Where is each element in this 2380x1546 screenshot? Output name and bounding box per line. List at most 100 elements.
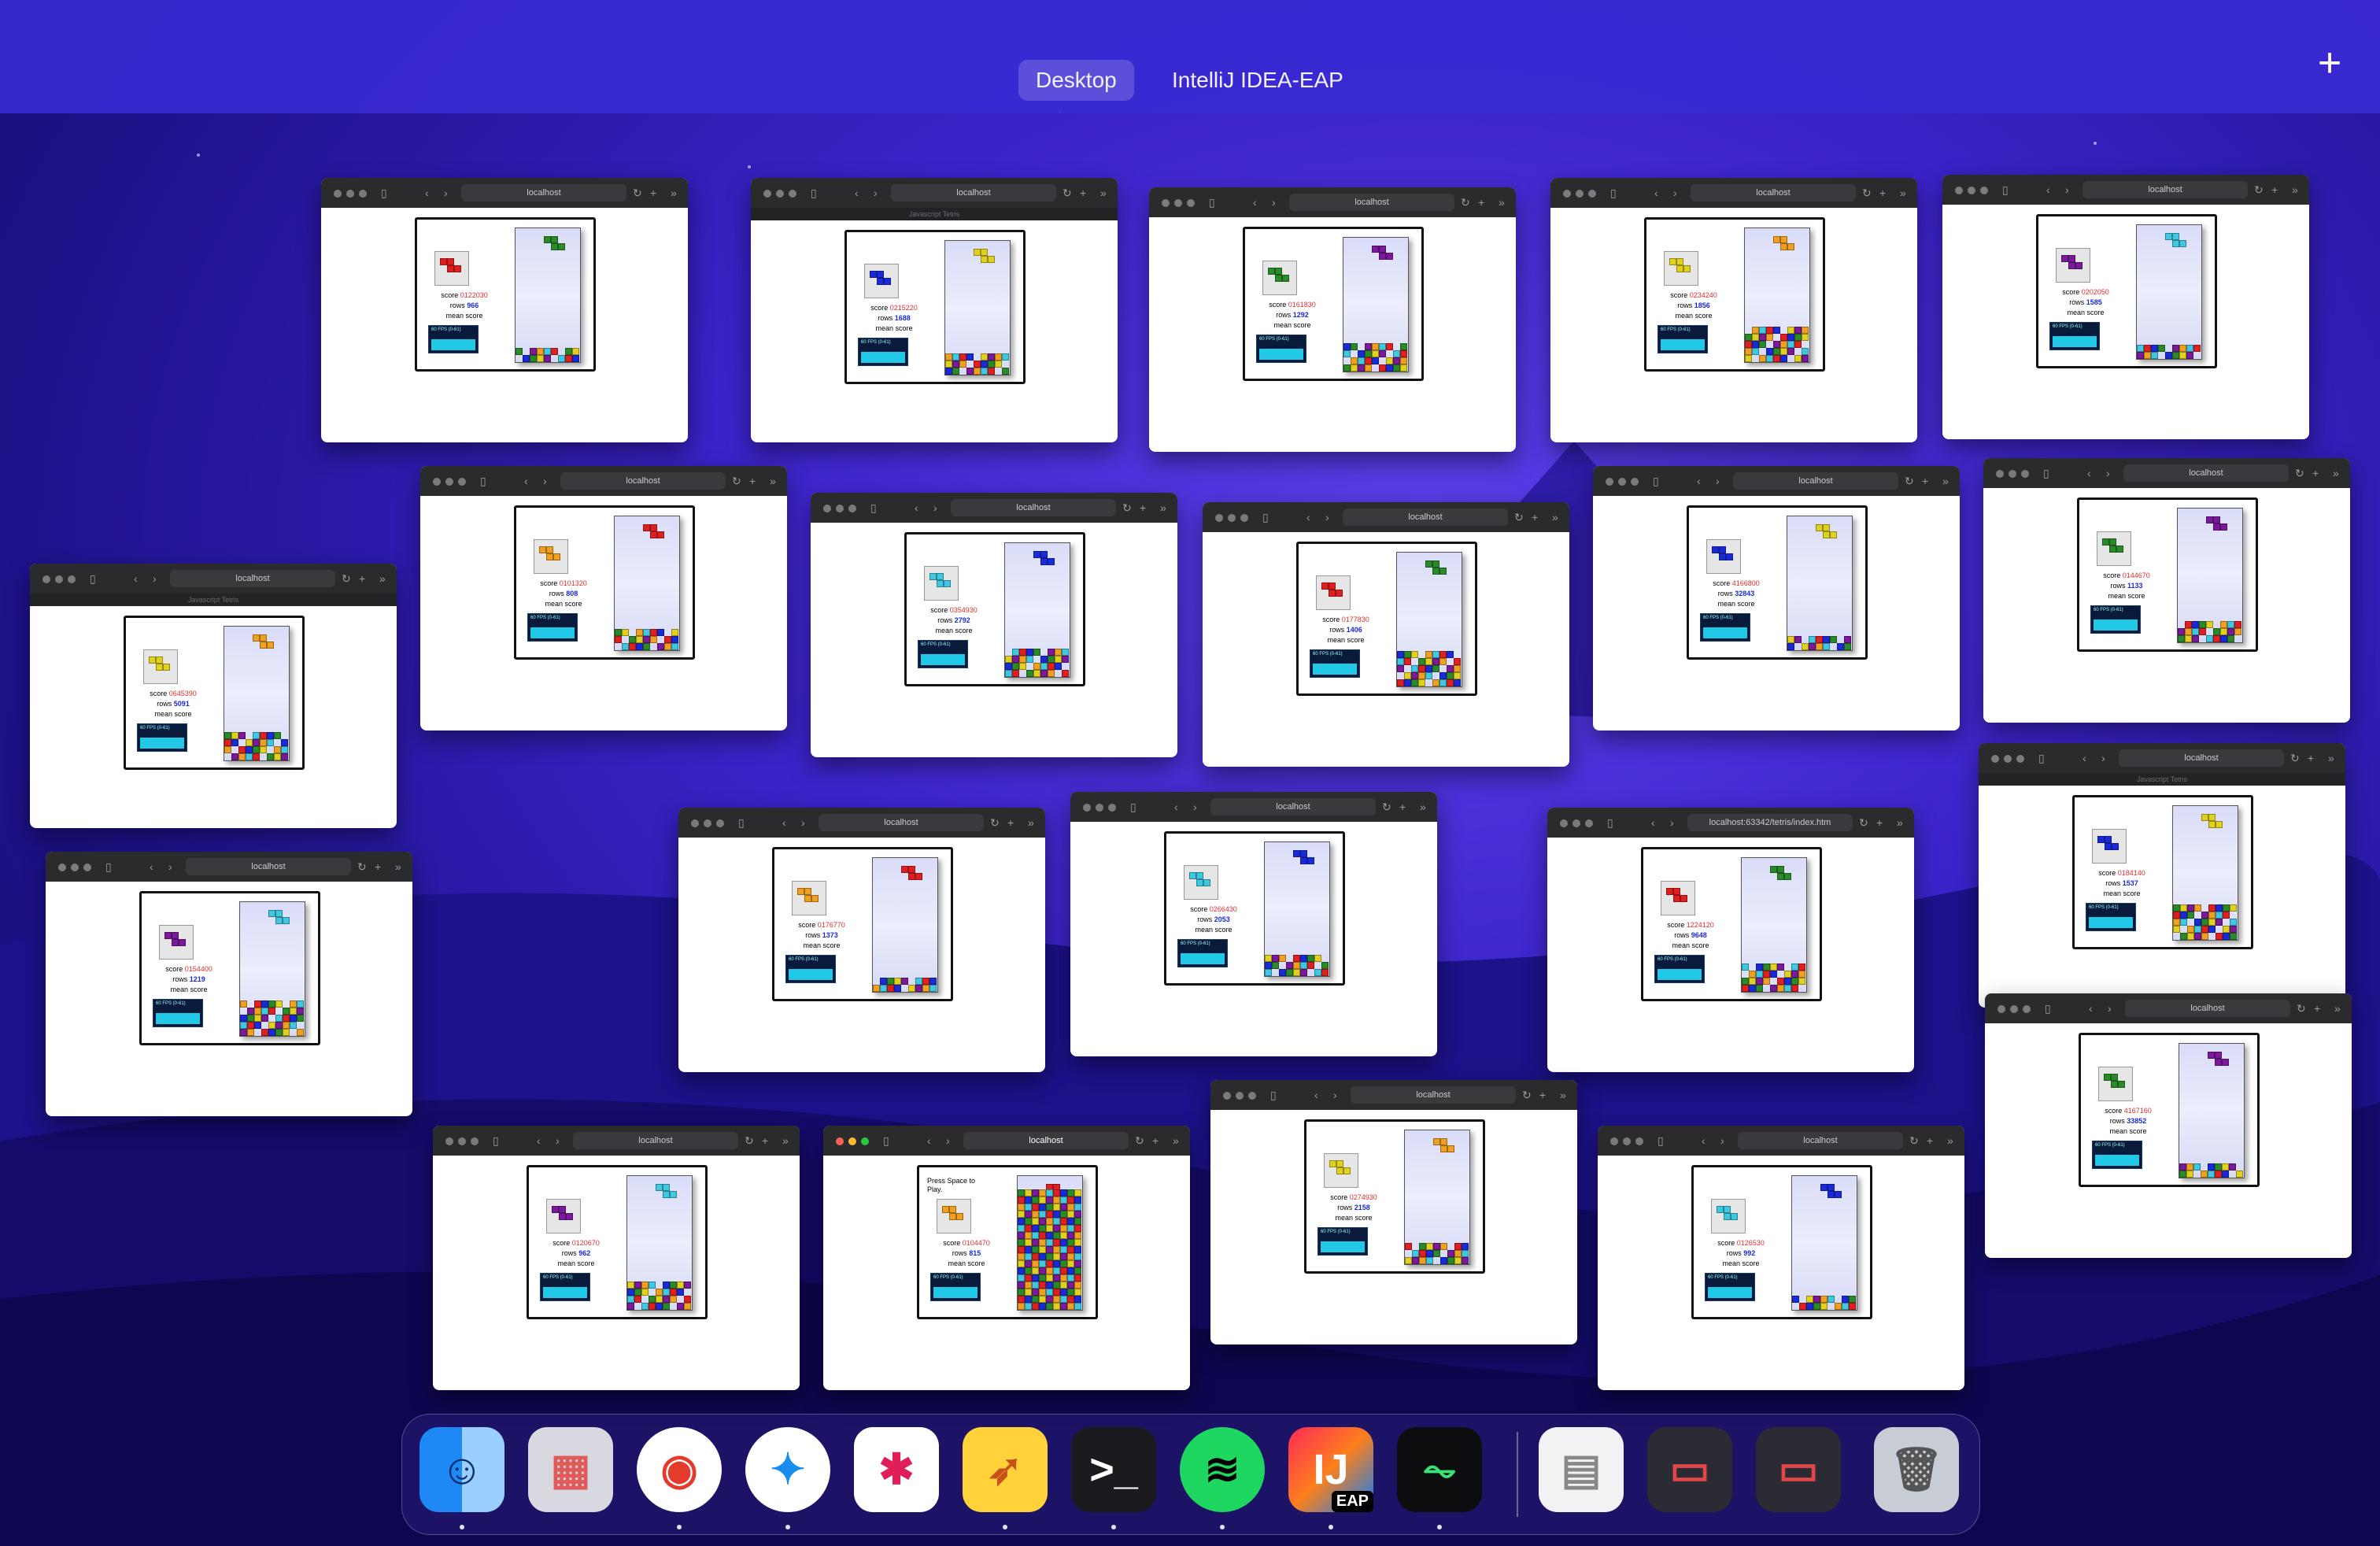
forward-icon[interactable]: › — [2101, 751, 2105, 765]
reload-icon[interactable]: ↻ — [1122, 501, 1132, 515]
forward-icon[interactable]: › — [1716, 474, 1720, 488]
address-bar[interactable]: localhost — [2125, 1000, 2290, 1017]
zoom-button[interactable] — [861, 1137, 869, 1145]
forward-icon[interactable]: › — [2065, 183, 2069, 197]
new-tab-icon[interactable]: + — [1876, 816, 1883, 830]
safari-window[interactable]: ▯ ‹ › ↻ +» localhost score 0122030 rows 966 mean… — [321, 178, 688, 442]
tab-title[interactable]: Javascript Tetris — [30, 594, 397, 606]
reload-icon[interactable]: ↻ — [2297, 1001, 2306, 1015]
overflow-icon[interactable]: » — [1160, 501, 1166, 515]
safari-window[interactable]: ▯ ‹ › ↻ + » localhost Javascript Tetris score 01… — [1979, 743, 2345, 1008]
overflow-icon[interactable]: » — [1173, 1134, 1179, 1148]
launchpad-icon[interactable]: ▦ — [528, 1427, 613, 1512]
zoom-button[interactable] — [1248, 1092, 1256, 1100]
new-tab-icon[interactable]: + — [1152, 1134, 1159, 1148]
new-tab-icon[interactable]: + — [359, 571, 365, 586]
safari-window[interactable]: ▯ ‹ › ↻ +» localhost score 0120670 rows 962 mean… — [433, 1126, 800, 1390]
new-tab-icon[interactable]: + — [762, 1134, 768, 1148]
new-tab-icon[interactable]: + — [749, 474, 756, 488]
back-icon[interactable]: ‹ — [537, 1134, 541, 1148]
close-button[interactable] — [836, 1137, 844, 1145]
sidebar-icon[interactable]: ▯ — [2002, 183, 2009, 197]
sidebar-icon[interactable]: ▯ — [90, 571, 96, 586]
sidebar-icon[interactable]: ▯ — [493, 1134, 499, 1148]
new-tab-icon[interactable]: + — [2312, 466, 2319, 480]
forward-icon[interactable]: › — [1670, 816, 1674, 830]
back-icon[interactable]: ‹ — [1651, 816, 1655, 830]
overflow-icon[interactable]: » — [2328, 751, 2334, 765]
safari-window[interactable]: ▯ ‹ › ↻ +» localhost score 0161830 rows 1292 mea… — [1149, 187, 1516, 452]
address-bar[interactable]: localhost — [1351, 1086, 1516, 1104]
space-tab-desktop[interactable]: Desktop — [1018, 60, 1134, 101]
sidebar-icon[interactable]: ▯ — [1658, 1134, 1664, 1148]
reload-icon[interactable]: ↻ — [732, 474, 741, 488]
overflow-icon[interactable]: » — [2292, 183, 2298, 197]
safari-window[interactable]: ▯ ‹ › ↻ +» localhost score 0154400 rows 1219 mea… — [46, 852, 412, 1116]
new-tab-icon[interactable]: + — [1478, 195, 1484, 209]
new-tab-icon[interactable]: + — [1532, 510, 1538, 524]
space-tab-intellij[interactable]: IntelliJ IDEA-EAP — [1155, 60, 1361, 101]
forward-icon[interactable]: › — [543, 474, 547, 488]
close-button[interactable] — [1996, 470, 2004, 478]
minimize-button[interactable] — [836, 505, 844, 512]
minimize-button[interactable] — [71, 864, 79, 871]
minimize-button[interactable] — [1572, 819, 1580, 827]
new-tab-icon[interactable]: + — [2271, 183, 2278, 197]
minimize-button[interactable] — [2009, 470, 2016, 478]
minimize-button[interactable] — [346, 190, 354, 198]
close-button[interactable] — [1223, 1092, 1231, 1100]
overflow-icon[interactable]: » — [379, 571, 386, 586]
new-tab-icon[interactable]: + — [2308, 751, 2314, 765]
activity-monitor-icon[interactable]: ⏦ — [1397, 1427, 1482, 1512]
duck-icon[interactable]: ➶ — [963, 1427, 1048, 1512]
reload-icon[interactable]: ↻ — [990, 816, 1000, 830]
close-button[interactable] — [763, 190, 771, 198]
close-button[interactable] — [1162, 199, 1170, 207]
safari-window[interactable]: ▯ ‹ › ↻ + » localhost:63342/tetris/index.htm sc… — [1547, 808, 1914, 1072]
zoom-button[interactable] — [1980, 187, 1988, 194]
back-icon[interactable]: ‹ — [1697, 474, 1701, 488]
safari-window[interactable]: ▯ ‹ › ↻ +» localhost score 4166800 rows 32843 me… — [1593, 466, 1960, 730]
forward-icon[interactable]: › — [168, 860, 172, 874]
close-button[interactable] — [1998, 1005, 2005, 1013]
address-bar[interactable]: localhost — [1738, 1132, 1903, 1149]
overflow-icon[interactable]: » — [1947, 1134, 1953, 1148]
back-icon[interactable]: ‹ — [782, 816, 786, 830]
address-bar[interactable]: localhost — [1343, 509, 1508, 526]
zoom-button[interactable] — [789, 190, 796, 198]
intellij-icon[interactable]: IJ EAP — [1288, 1427, 1373, 1512]
close-button[interactable] — [1083, 804, 1091, 812]
zoom-button[interactable] — [1108, 804, 1116, 812]
minimize-button[interactable] — [1228, 514, 1236, 522]
forward-icon[interactable]: › — [556, 1134, 560, 1148]
add-space-button[interactable]: + — [2312, 43, 2347, 83]
new-tab-icon[interactable]: + — [1927, 1134, 1933, 1148]
sidebar-icon[interactable]: ▯ — [1270, 1088, 1277, 1102]
back-icon[interactable]: ‹ — [1314, 1088, 1318, 1102]
sidebar-icon[interactable]: ▯ — [2038, 751, 2045, 765]
safari-window[interactable]: ▯ ‹ › ↻ +» localhost score 0266430 rows 2053 mea… — [1070, 792, 1437, 1056]
sidebar-icon[interactable]: ▯ — [2045, 1001, 2051, 1015]
sidebar-icon[interactable]: ▯ — [1610, 186, 1617, 200]
trash-icon[interactable]: 🗑 — [1874, 1427, 1959, 1512]
overflow-icon[interactable]: » — [395, 860, 401, 874]
zoom-button[interactable] — [716, 819, 724, 827]
zoom-button[interactable] — [1187, 199, 1195, 207]
reload-icon[interactable]: ↻ — [745, 1134, 754, 1148]
safari-window[interactable]: ▯ ‹ › ↻ +» localhost score 0177830 rows 1406 mea… — [1203, 502, 1569, 767]
forward-icon[interactable]: › — [153, 571, 157, 586]
close-button[interactable] — [1606, 478, 1613, 486]
new-tab-icon[interactable]: + — [1539, 1088, 1546, 1102]
tab-title[interactable]: Javascript Tetris — [751, 208, 1118, 220]
overflow-icon[interactable]: » — [1100, 186, 1107, 200]
reload-icon[interactable]: ↻ — [633, 186, 642, 200]
zoom-button[interactable] — [458, 478, 466, 486]
sidebar-icon[interactable]: ▯ — [1130, 800, 1136, 814]
new-tab-icon[interactable]: + — [2314, 1001, 2320, 1015]
reload-icon[interactable]: ↻ — [1909, 1134, 1919, 1148]
close-button[interactable] — [1560, 819, 1568, 827]
zoom-button[interactable] — [471, 1137, 479, 1145]
back-icon[interactable]: ‹ — [2089, 1001, 2093, 1015]
safari-window[interactable]: ▯ ‹ › ↻ +» localhost score 0176770 rows 1373 mea… — [678, 808, 1045, 1072]
close-button[interactable] — [334, 190, 342, 198]
